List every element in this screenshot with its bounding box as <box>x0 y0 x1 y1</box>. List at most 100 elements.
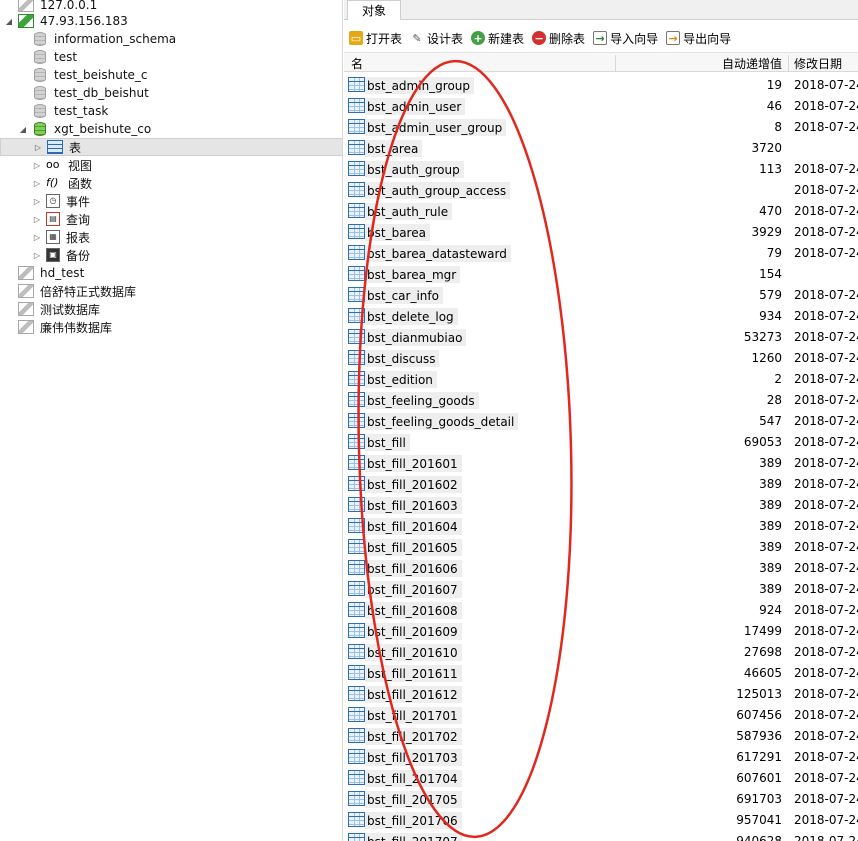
tree-item-db-test-task[interactable]: test_task <box>0 102 342 120</box>
table-row[interactable]: bst_barea_datasteward 79 2018-07-24 <box>344 243 858 263</box>
collapsed-arrow-icon[interactable]: ▷ <box>32 214 42 224</box>
modified-date: 2018-07-24 <box>794 750 858 764</box>
tree-item-label: 廉伟伟数据库 <box>40 320 113 335</box>
tree-item-connection-remote[interactable]: ◢ 47.93.156.183 <box>0 12 342 30</box>
table-name: bst_feeling_goods_detail <box>365 413 519 430</box>
table-row[interactable]: bst_fill_201604 389 2018-07-24 <box>344 516 858 536</box>
table-row[interactable]: bst_fill_201602 389 2018-07-24 <box>344 474 858 494</box>
table-icon <box>348 602 365 617</box>
table-row[interactable]: bst_fill_201707 940628 2018-07-24 <box>344 831 858 841</box>
button-label: 打开表 <box>366 31 403 46</box>
table-name: bst_fill_201606 <box>365 560 462 577</box>
table-icon <box>348 245 365 260</box>
table-row[interactable]: bst_fill_201609 17499 2018-07-24 <box>344 621 858 641</box>
table-icon <box>348 581 365 596</box>
table-row[interactable]: bst_fill 69053 2018-07-24 <box>344 432 858 452</box>
new-table-button[interactable]: + 新建表 <box>471 30 524 47</box>
design-table-button[interactable]: ✎ 设计表 <box>410 30 463 47</box>
table-row[interactable]: bst_fill_201705 691703 2018-07-24 <box>344 789 858 809</box>
tab-objects[interactable]: 对象 <box>347 0 402 20</box>
open-table-button[interactable]: ▭ 打开表 <box>349 30 402 47</box>
tree-item-db-test-beishute-c[interactable]: test_beishute_c <box>0 66 342 84</box>
table-row[interactable]: bst_fill_201706 957041 2018-07-24 <box>344 810 858 830</box>
table-row[interactable]: bst_fill_201612 125013 2018-07-24 <box>344 684 858 704</box>
collapsed-arrow-icon[interactable]: ▷ <box>32 160 42 170</box>
add-icon: + <box>471 31 486 45</box>
table-row[interactable]: bst_fill_201607 389 2018-07-24 <box>344 579 858 599</box>
table-row[interactable]: bst_feeling_goods_detail 547 2018-07-24 <box>344 411 858 431</box>
collapsed-arrow-icon[interactable]: ▷ <box>32 232 42 242</box>
button-label: 导出向导 <box>683 31 732 46</box>
table-name: bst_fill_201609 <box>365 623 462 640</box>
tree-item-connection-lian-db[interactable]: 廉伟伟数据库 <box>0 318 342 336</box>
tree-item-views[interactable]: ▷ oo 视图 <box>0 156 342 174</box>
table-row[interactable]: bst_fill_201610 27698 2018-07-24 <box>344 642 858 662</box>
table-row[interactable]: bst_discuss 1260 2018-07-24 <box>344 348 858 368</box>
table-row[interactable]: bst_fill_201603 389 2018-07-24 <box>344 495 858 515</box>
auto-increment-value: 1260 <box>751 351 782 365</box>
table-row[interactable]: bst_admin_user_group 8 2018-07-24 <box>344 117 858 137</box>
tree-item-connection-prod[interactable]: 倍舒特正式数据库 <box>0 282 342 300</box>
table-row[interactable]: bst_auth_group 113 2018-07-24 <box>344 159 858 179</box>
modified-date: 2018-07-24 <box>794 498 858 512</box>
column-header-modified[interactable]: 修改日期 <box>794 53 842 73</box>
delete-table-button[interactable]: − 删除表 <box>532 30 585 47</box>
collapsed-arrow-icon[interactable]: ▷ <box>32 196 42 206</box>
modified-date: 2018-07-24 <box>794 813 858 827</box>
database-icon <box>34 68 46 82</box>
collapsed-arrow-icon[interactable]: ▷ <box>32 250 42 260</box>
tree-item-db-test[interactable]: test <box>0 48 342 66</box>
column-divider[interactable] <box>615 55 616 71</box>
table-row[interactable]: bst_fill_201704 607601 2018-07-24 <box>344 768 858 788</box>
table-row[interactable]: bst_dianmubiao 53273 2018-07-24 <box>344 327 858 347</box>
table-row[interactable]: bst_car_info 579 2018-07-24 <box>344 285 858 305</box>
table-name: bst_auth_group <box>365 161 464 178</box>
table-name: bst_area <box>365 140 423 157</box>
table-row[interactable]: bst_fill_201611 46605 2018-07-24 <box>344 663 858 683</box>
database-open-icon <box>34 122 46 136</box>
table-row[interactable]: bst_fill_201601 389 2018-07-24 <box>344 453 858 473</box>
collapsed-arrow-icon[interactable]: ▷ <box>32 178 42 188</box>
table-row[interactable]: bst_fill_201702 587936 2018-07-24 <box>344 726 858 746</box>
tree-item-db-test-db-beishut[interactable]: test_db_beishut <box>0 84 342 102</box>
table-row[interactable]: bst_fill_201703 617291 2018-07-24 <box>344 747 858 767</box>
table-row[interactable]: bst_admin_group 19 2018-07-24 <box>344 75 858 95</box>
table-row[interactable]: bst_delete_log 934 2018-07-24 <box>344 306 858 326</box>
tree-item-functions[interactable]: ▷ f() 函数 <box>0 174 342 192</box>
table-row[interactable]: bst_barea_mgr 154 <box>344 264 858 284</box>
table-row[interactable]: bst_edition 2 2018-07-24 <box>344 369 858 389</box>
export-wizard-button[interactable]: → 导出向导 <box>666 30 731 47</box>
expanded-arrow-icon[interactable]: ◢ <box>4 16 14 26</box>
tree-item-events[interactable]: ▷ ◷ 事件 <box>0 192 342 210</box>
table-icon <box>348 98 365 113</box>
button-label: 设计表 <box>427 31 464 46</box>
expanded-arrow-icon[interactable]: ◢ <box>18 124 28 134</box>
table-row[interactable]: bst_admin_user 46 2018-07-24 <box>344 96 858 116</box>
table-row[interactable]: bst_barea 3929 2018-07-24 <box>344 222 858 242</box>
table-name: bst_admin_user <box>365 98 466 115</box>
table-row[interactable]: bst_auth_rule 470 2018-07-24 <box>344 201 858 221</box>
table-row[interactable]: bst_fill_201605 389 2018-07-24 <box>344 537 858 557</box>
tree-item-db-information-schema[interactable]: information_schema <box>0 30 342 48</box>
tree-item-tables[interactable]: ▷ 表 <box>0 138 342 156</box>
tree-item-backups[interactable]: ▷ ▣ 备份 <box>0 246 342 264</box>
auto-increment-value: 27698 <box>743 645 782 659</box>
table-row[interactable]: bst_area 3720 <box>344 138 858 158</box>
table-row[interactable]: bst_feeling_goods 28 2018-07-24 <box>344 390 858 410</box>
table-name: bst_auth_group_access <box>365 182 511 199</box>
collapsed-arrow-icon[interactable]: ▷ <box>33 142 43 152</box>
table-row[interactable]: bst_fill_201701 607456 2018-07-24 <box>344 705 858 725</box>
tree-item-queries[interactable]: ▷ ▤ 查询 <box>0 210 342 228</box>
table-row[interactable]: bst_fill_201608 924 2018-07-24 <box>344 600 858 620</box>
tree-item-connection-hd-test[interactable]: hd_test <box>0 264 342 282</box>
tree-item-db-xgt-beishute-co[interactable]: ◢ xgt_beishute_co <box>0 120 342 138</box>
tree-item-reports[interactable]: ▷ ▦ 报表 <box>0 228 342 246</box>
table-row[interactable]: bst_auth_group_access 2018-07-24 <box>344 180 858 200</box>
table-icon <box>348 434 365 449</box>
tree-item-connection-test-db[interactable]: 测试数据库 <box>0 300 342 318</box>
column-divider[interactable] <box>788 55 789 71</box>
column-header-name[interactable]: 名 <box>351 53 363 73</box>
import-wizard-button[interactable]: → 导入向导 <box>593 30 658 47</box>
table-row[interactable]: bst_fill_201606 389 2018-07-24 <box>344 558 858 578</box>
column-header-auto-increment[interactable]: 自动递增值 <box>722 53 782 73</box>
